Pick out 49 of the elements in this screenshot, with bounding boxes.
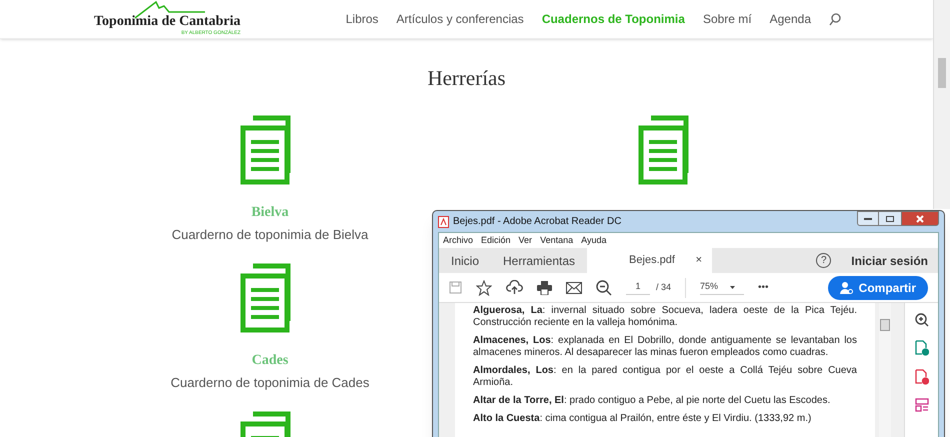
nav-link[interactable]: Sobre mí	[702, 10, 752, 28]
menu-item[interactable]: Ver	[518, 234, 532, 248]
nav-link[interactable]: Libros	[346, 10, 378, 28]
glossary-entry: Almordales, Los: en la pared contigua por el oeste a Collá Tejéu sobre Cueva Armioña.	[473, 365, 857, 389]
pdf-scrollbar[interactable]	[879, 303, 891, 437]
menu-item[interactable]: Archivo	[443, 234, 474, 248]
minimize-button[interactable]	[857, 211, 879, 226]
glossary-entry: Alto la Cuesta: cima contigua al Prailón, entre éste y El Virdiu. (1333,92 m.)	[473, 413, 812, 425]
menu-item[interactable]: Edición	[481, 234, 511, 248]
nav-link[interactable]: Artículos y conferencias	[396, 10, 524, 28]
mail-icon[interactable]	[566, 282, 582, 294]
close-button[interactable]	[901, 211, 939, 226]
menu-item[interactable]: Ventana	[540, 234, 574, 248]
menu-item[interactable]: Ayuda	[581, 234, 606, 248]
pdf-file-icon	[438, 216, 449, 228]
maximize-button[interactable]	[879, 211, 901, 226]
notebook-description: Cuarderno de toponimia de Bielva	[172, 226, 368, 244]
glossary-entry: Alguerosa, La: invernal situado sobre Socueva, ladera oeste de la Pica Tejéu. Construcción reciente en la valleja homónima.	[473, 305, 857, 329]
tab[interactable]: Bejes.pdf ×	[587, 248, 712, 273]
nav-link[interactable]: Agenda	[770, 10, 811, 28]
page-title: Herrerías	[427, 65, 506, 92]
user-add-icon	[840, 282, 853, 294]
export-pdf-icon[interactable]	[914, 340, 928, 356]
print-icon[interactable]	[537, 280, 552, 294]
close-tab-button[interactable]: ×	[696, 252, 702, 269]
page-number-field[interactable]: 1	[626, 280, 650, 295]
star-icon[interactable]	[476, 280, 492, 296]
caret-icon	[730, 286, 736, 288]
notebook-description: Cuarderno de toponimia de Cades	[170, 374, 370, 392]
zoom-icon[interactable]	[914, 313, 928, 327]
create-pdf-icon[interactable]	[914, 369, 928, 385]
tab[interactable]: Inicio	[439, 248, 492, 273]
more-button[interactable]: •••	[758, 280, 769, 295]
cloud-upload-icon[interactable]	[506, 280, 523, 295]
help-button[interactable]: ?	[816, 253, 832, 268]
share-button[interactable]: Compartir	[828, 276, 928, 300]
logo-title[interactable]: Toponimia de Cantabria	[94, 14, 241, 30]
close-icon	[916, 214, 924, 222]
zoom-out-icon[interactable]	[596, 280, 612, 296]
glossary-entry: Almacenes, Los: explanada en El Dobrillo, donde antiguamente se levantaban los almacenes mineros. Al desaparecer las minas fueron empleados como cuadras.	[473, 335, 857, 359]
search-icon[interactable]	[829, 12, 841, 26]
zoom-dropdown[interactable]: 75%	[700, 280, 744, 295]
window-title: Bejes.pdf - Adobe Acrobat Reader DC	[453, 215, 622, 229]
glossary-entry: Altar de la Torre, El: prado contiguo a Pebe, al pie norte del Cuetu las Escodes.	[473, 395, 832, 407]
tab[interactable]: Herramientas	[491, 248, 588, 273]
organize-pages-icon[interactable]	[914, 398, 928, 412]
scrollbar[interactable]	[933, 0, 950, 209]
page-count: / 34	[656, 280, 672, 294]
sign-in-link[interactable]: Iniciar sesión	[851, 252, 928, 270]
